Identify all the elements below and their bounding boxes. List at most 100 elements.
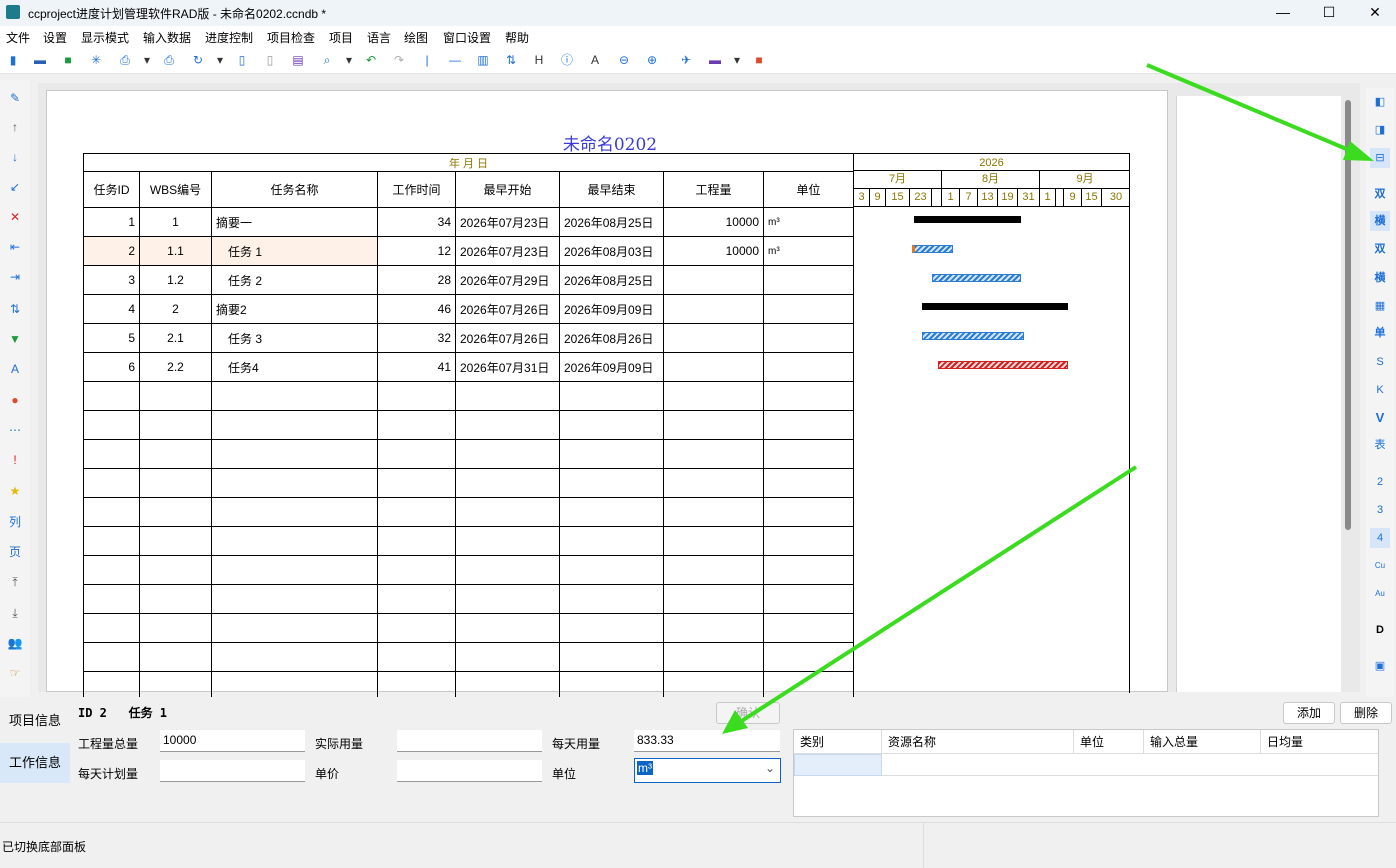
column-tool[interactable]: 列 (7, 514, 23, 530)
horizontal-line-icon[interactable]: — (448, 53, 462, 67)
folder-icon[interactable]: ▬ (708, 53, 722, 67)
menu-window-settings[interactable]: 窗口设置 (443, 29, 491, 46)
refresh-icon[interactable]: ↻ (191, 53, 205, 67)
page-icon[interactable]: ▣ (1370, 656, 1390, 676)
horizontal-button[interactable]: 横 (1370, 211, 1390, 231)
cell-start[interactable]: 2026年07月31日 (455, 352, 560, 382)
font-size-icon[interactable]: A (7, 361, 23, 377)
maximize-button[interactable]: ☐ (1306, 0, 1352, 26)
gantt-task-bar[interactable] (912, 245, 953, 253)
cell-name[interactable]: 任务 3 (211, 323, 378, 353)
gantt-task-bar[interactable] (922, 332, 1024, 340)
menu-display-mode[interactable]: 显示模式 (81, 29, 129, 46)
empty-row[interactable] (83, 468, 854, 498)
cell-end[interactable]: 2026年08月26日 (559, 323, 664, 353)
delete-icon[interactable]: ✕ (7, 209, 23, 225)
panel-bottom-icon[interactable]: ⊟ (1370, 148, 1390, 168)
minimize-button[interactable]: — (1260, 0, 1306, 26)
gantt-task-bar[interactable] (932, 274, 1021, 282)
v-button[interactable]: V (1370, 408, 1390, 428)
cell-wbs[interactable]: 2.2 (139, 352, 212, 382)
dual-add-button[interactable]: 双 (1370, 239, 1390, 259)
table-row[interactable]: 6 2.2 任务4 41 2026年07月31日 2026年09月09日 (83, 352, 854, 382)
empty-row[interactable] (83, 555, 854, 585)
cell-id[interactable]: 2 (83, 236, 140, 266)
briefcase-icon[interactable]: ■ (752, 53, 766, 67)
empty-row[interactable] (83, 642, 854, 672)
download-icon[interactable]: ⤓ (7, 605, 23, 621)
dropdown2-icon[interactable]: ▾ (213, 53, 227, 67)
delete-button[interactable]: 删除 (1340, 702, 1392, 724)
dropdown3-icon[interactable]: ▾ (342, 53, 356, 67)
add-button[interactable]: 添加 (1283, 702, 1335, 724)
table-row[interactable]: 3 1.2 任务 2 28 2026年07月29日 2026年08月25日 (83, 265, 854, 295)
gantt-summary-bar[interactable] (922, 303, 1068, 310)
cell-start[interactable]: 2026年07月23日 (455, 207, 560, 237)
daily-plan-field[interactable] (160, 760, 305, 782)
cell-end[interactable]: 2026年09月09日 (559, 352, 664, 382)
open-folder-icon[interactable]: ▬ (33, 53, 47, 67)
empty-row[interactable] (83, 497, 854, 527)
print-icon[interactable]: ⎙ (162, 53, 176, 67)
gantt-summary-bar[interactable] (914, 216, 1021, 223)
empty-row[interactable] (83, 613, 854, 643)
cell-name[interactable]: 摘要一 (211, 207, 378, 237)
cell-end[interactable]: 2026年08月25日 (559, 207, 664, 237)
empty-row[interactable] (83, 526, 854, 556)
sort-icon[interactable]: ⇅ (504, 53, 518, 67)
cell-unit[interactable] (763, 352, 854, 382)
hand-icon[interactable]: ☞ (7, 665, 23, 681)
users-icon[interactable]: 👥 (7, 635, 23, 651)
cell-qty[interactable] (663, 265, 764, 295)
pencil-icon[interactable]: ✎ (7, 90, 23, 106)
cell-wbs[interactable]: 1.2 (139, 265, 212, 295)
columns-icon[interactable]: ▥ (476, 53, 490, 67)
level-4-button[interactable]: 4 (1370, 528, 1390, 548)
cell-start[interactable]: 2026年07月26日 (455, 294, 560, 324)
page-tool[interactable]: 页 (7, 544, 23, 560)
save-icon[interactable]: ■ (61, 53, 75, 67)
cell-name[interactable]: 任务4 (211, 352, 378, 382)
menu-project[interactable]: 项目 (329, 29, 353, 46)
zoom-out-icon[interactable]: ⊖ (617, 53, 631, 67)
undo-icon[interactable]: ↶ (364, 53, 378, 67)
dropdown4-icon[interactable]: ▾ (730, 53, 744, 67)
cell-unit[interactable]: m³ (763, 236, 854, 266)
cell-id[interactable]: 6 (83, 352, 140, 382)
level-2-button[interactable]: 2 (1370, 472, 1390, 492)
palette-icon[interactable]: ● (7, 392, 23, 408)
cu-button[interactable]: Cu (1370, 556, 1390, 576)
cell-duration[interactable]: 34 (377, 207, 456, 237)
warning-icon[interactable]: ! (7, 452, 23, 468)
single-button[interactable]: 单 (1370, 323, 1390, 343)
actual-qty-field[interactable] (397, 730, 542, 752)
h-text-icon[interactable]: H (532, 53, 546, 67)
panel-left-icon[interactable]: ◧ (1370, 92, 1390, 112)
menu-draw[interactable]: 绘图 (404, 29, 428, 46)
empty-row[interactable] (83, 439, 854, 469)
cell-end[interactable]: 2026年08月03日 (559, 236, 664, 266)
arrow-diagonal-icon[interactable]: ↙ (7, 179, 23, 195)
swap-icon[interactable]: ⇅ (7, 301, 23, 317)
cell-id[interactable]: 4 (83, 294, 140, 324)
empty-row[interactable] (83, 410, 854, 440)
dropdown-icon[interactable]: ▾ (140, 53, 154, 67)
tab-project-info[interactable]: 项目信息 (0, 701, 70, 741)
menu-input-data[interactable]: 输入数据 (143, 29, 191, 46)
outdent-icon[interactable]: ⇤ (7, 239, 23, 255)
funnel-icon[interactable]: ▼ (7, 331, 23, 347)
zoom-in-icon[interactable]: ⊕ (645, 53, 659, 67)
confirm-button[interactable]: 确认 (716, 702, 780, 724)
cell-qty[interactable]: 10000 (663, 207, 764, 237)
menu-progress-control[interactable]: 进度控制 (205, 29, 253, 46)
cell-duration[interactable]: 41 (377, 352, 456, 382)
cell-duration[interactable]: 28 (377, 265, 456, 295)
cell-qty[interactable] (663, 323, 764, 353)
cell-start[interactable]: 2026年07月23日 (455, 236, 560, 266)
menu-language[interactable]: 语言 (367, 29, 391, 46)
k-button[interactable]: K (1370, 380, 1390, 400)
vertical-line-icon[interactable]: | (420, 53, 434, 67)
level-3-button[interactable]: 3 (1370, 500, 1390, 520)
table-row[interactable]: 5 2.1 任务 3 32 2026年07月26日 2026年08月26日 (83, 323, 854, 353)
cell-id[interactable]: 1 (83, 207, 140, 237)
